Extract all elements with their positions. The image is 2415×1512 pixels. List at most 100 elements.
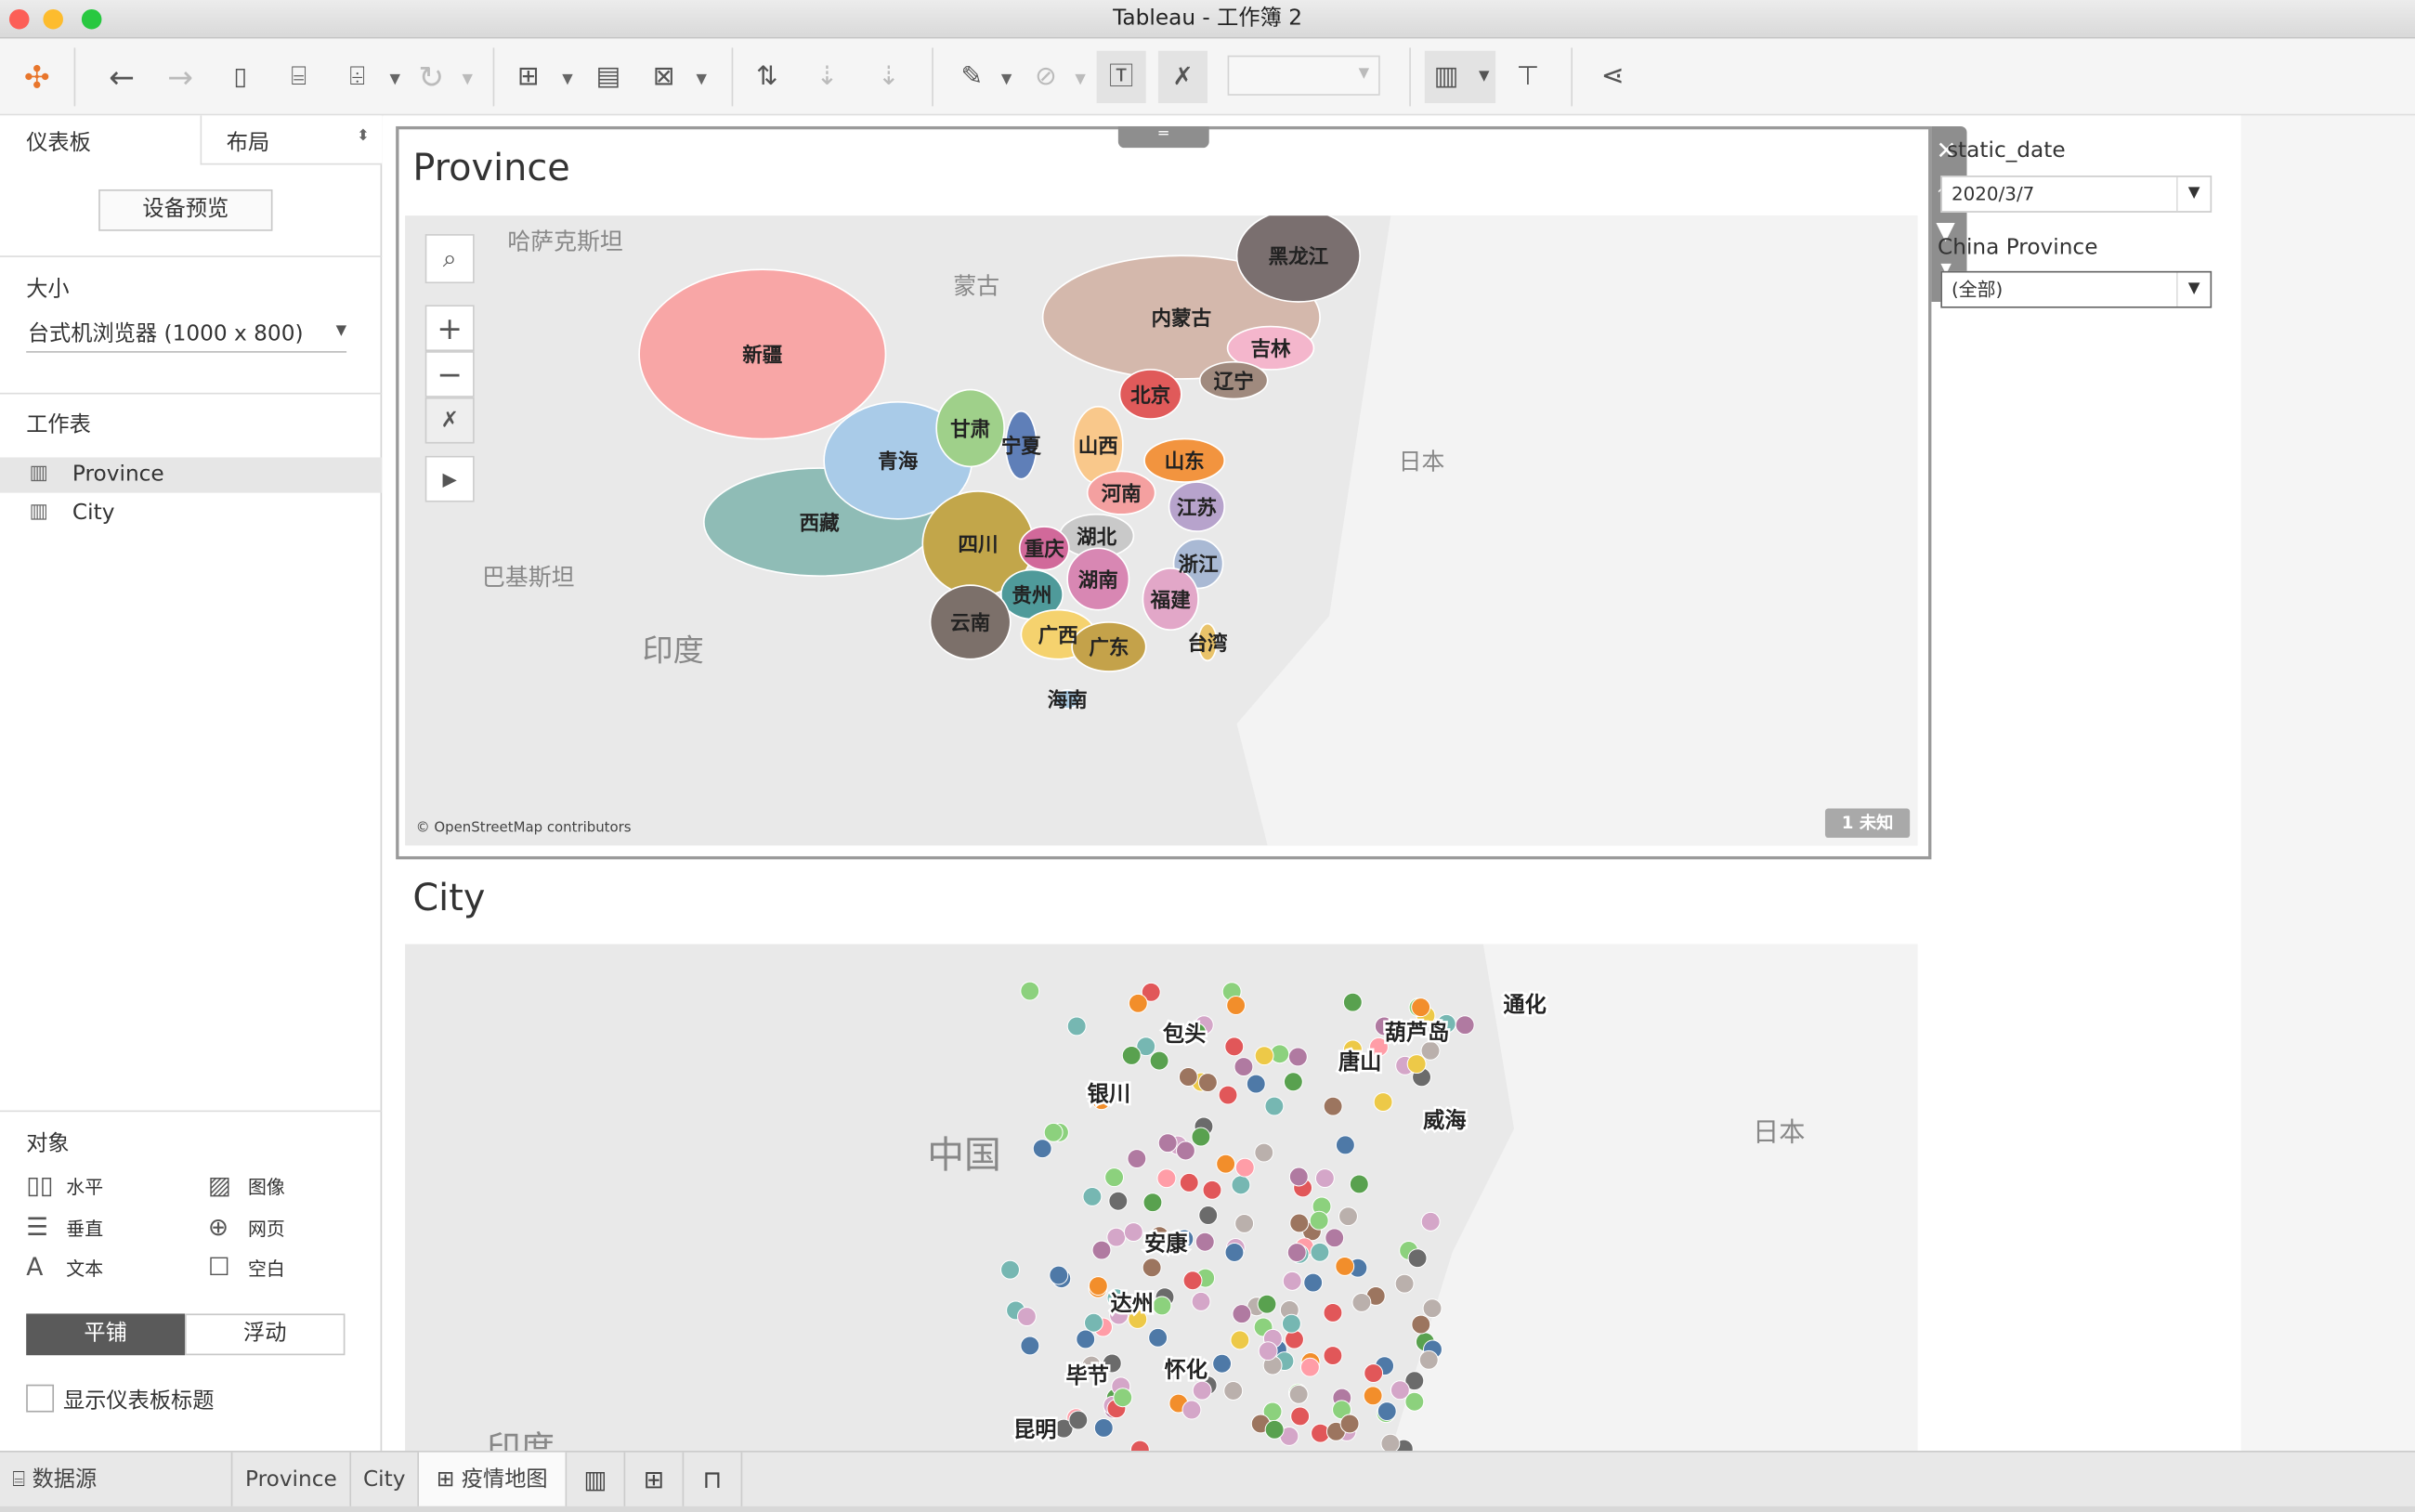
city-dot xyxy=(1234,1157,1255,1178)
static-date-filter[interactable]: 2020/3/7 ▼ xyxy=(1940,176,2213,213)
undo-icon[interactable]: ← xyxy=(98,51,145,103)
city-dot xyxy=(1016,1307,1037,1327)
refresh-icon[interactable]: ↻ xyxy=(408,51,454,103)
group-icon[interactable]: ⊘ xyxy=(1023,51,1069,103)
new-worksheet-icon[interactable]: ⊞ xyxy=(505,51,552,103)
minimize-window-button[interactable] xyxy=(43,8,63,30)
city-dot xyxy=(1455,1015,1475,1036)
city-map[interactable]: 中国 日本 印度 包头 葫芦岛 通化 唐山 银川 威海 安康 达州 毕节 怀化 昆明 xyxy=(405,944,1918,1452)
zoom-in-button[interactable]: + xyxy=(424,305,475,352)
city-dot xyxy=(1123,1222,1143,1243)
province-label: 吉林 xyxy=(1250,338,1291,361)
tableau-logo-icon[interactable]: ✣ xyxy=(14,51,60,103)
city-dot xyxy=(1127,1149,1147,1168)
sheet-item-province[interactable]: ▥ Province xyxy=(0,457,383,493)
city-dot xyxy=(1349,1174,1369,1194)
tab-data-source[interactable]: ⌸ 数据源 xyxy=(0,1452,233,1508)
dashboard-side-panel: 仪表板 布局 ⬍ 设备预览 大小 台式机浏览器 (1000 x 800) ▼ 工作表… xyxy=(0,115,383,1452)
horizontal-icon: ▯▯ xyxy=(26,1170,54,1200)
city-dot xyxy=(1335,1257,1355,1276)
new-dashboard-tab-icon[interactable]: ⊞ xyxy=(625,1452,685,1508)
city-dot xyxy=(1286,1243,1307,1262)
sort-ascending-icon[interactable]: ⇣ xyxy=(804,51,851,103)
province-label: 云南 xyxy=(950,612,990,635)
show-title-checkbox[interactable] xyxy=(26,1384,55,1413)
clear-sheet-icon[interactable]: ⊠ xyxy=(641,51,687,103)
city-dot xyxy=(1108,1191,1129,1211)
city-dot xyxy=(1289,1213,1310,1233)
tab-layout[interactable]: 布局 ⬍ xyxy=(200,115,383,165)
toolbar: ✣ ← → ▯ ⌸ ⌹ ▼ ↻ ▼ ⊞ ▼ ▤ ⊠ ▼ ⇅ ⇣ ⇣ ✎ ▼ ⊘ ▼ 🅃 ✗ … xyxy=(0,38,2415,116)
tiled-button[interactable]: 平铺 xyxy=(26,1313,185,1356)
province-map[interactable]: 哈萨克斯坦蒙古日本巴基斯坦印度中国新疆西藏青海甘肃宁夏内蒙古黑龙江吉林辽宁北京山… xyxy=(405,215,1918,846)
city-dot xyxy=(1084,1312,1103,1333)
fit-selector-dropdown[interactable]: ▼ xyxy=(1227,55,1380,96)
city-map-svg[interactable]: 中国 日本印度 包头 葫芦岛 通化唐山银川威海安康达州毕节 怀化昆明 xyxy=(405,944,1918,1452)
province-map-svg[interactable]: 哈萨克斯坦蒙古日本巴基斯坦印度中国新疆西藏青海甘肃宁夏内蒙古黑龙江吉林辽宁北京山… xyxy=(405,215,1918,846)
highlight-icon[interactable]: ✎ xyxy=(948,51,995,103)
country-label: 印度 xyxy=(487,1428,555,1451)
new-dashboard-icon[interactable]: ▤ xyxy=(585,51,632,103)
presentation-mode-icon[interactable]: ⊤ xyxy=(1505,51,1551,103)
maximize-window-button[interactable] xyxy=(81,8,102,30)
drag-handle[interactable]: ═ xyxy=(1117,125,1209,149)
fix-axes-icon[interactable]: ✗ xyxy=(1157,50,1208,104)
tab-sheet-province[interactable]: Province xyxy=(232,1452,352,1508)
city-dot xyxy=(1281,1313,1301,1334)
zoom-out-button[interactable]: − xyxy=(424,351,475,398)
province-label: 河南 xyxy=(1102,483,1142,506)
object-image[interactable]: ▨ 图像 xyxy=(208,1170,285,1200)
worksheet-icon: ▥ xyxy=(29,462,48,486)
tab-dashboard[interactable]: 仪表板 xyxy=(0,115,201,165)
city-dot xyxy=(1129,1440,1150,1452)
object-web[interactable]: ⊕ 网页 xyxy=(208,1212,285,1242)
city-dot xyxy=(1411,1314,1431,1335)
lasso-select-button[interactable]: ✗ xyxy=(424,397,475,444)
city-label: 唐山 xyxy=(1338,1049,1381,1075)
city-dot xyxy=(1390,1380,1410,1401)
city-dot xyxy=(1264,1096,1285,1116)
city-dot xyxy=(1231,1175,1251,1195)
province-label: 甘肃 xyxy=(950,417,990,441)
new-story-tab-icon[interactable]: ⊓ xyxy=(684,1452,743,1508)
city-dot xyxy=(1309,1210,1329,1231)
city-dot xyxy=(1282,1271,1302,1291)
object-vertical[interactable]: ☰ 垂直 xyxy=(26,1212,103,1242)
province-label: 福建 xyxy=(1150,589,1192,612)
map-search-button[interactable]: ⌕ xyxy=(424,234,475,284)
sheets-heading: 工作表 xyxy=(26,412,91,437)
object-blank[interactable]: ☐ 空白 xyxy=(208,1252,285,1282)
unknown-indicator[interactable]: 1 未知 xyxy=(1824,808,1911,839)
device-preview-button[interactable]: 设备预览 xyxy=(98,189,273,231)
object-text[interactable]: A 文本 xyxy=(26,1252,103,1282)
floating-button[interactable]: 浮动 xyxy=(184,1313,346,1356)
share-icon[interactable]: ⋖ xyxy=(1589,51,1636,103)
size-dropdown[interactable]: 台式机浏览器 (1000 x 800) ▼ xyxy=(26,316,347,353)
city-dot xyxy=(1288,1384,1309,1404)
city-dot xyxy=(1342,992,1363,1012)
show-me-icon[interactable]: ▥ ▼ xyxy=(1424,50,1496,104)
city-dot xyxy=(1121,1045,1142,1065)
close-window-button[interactable] xyxy=(8,8,30,30)
tab-dashboard-active[interactable]: ⊞ 疫情地图 xyxy=(419,1452,568,1508)
save-icon[interactable]: ▯ xyxy=(217,51,264,103)
sheet-item-city[interactable]: ▥ City xyxy=(0,496,382,531)
new-data-source-icon[interactable]: ⌸ xyxy=(276,51,322,103)
object-horizontal[interactable]: ▯▯ 水平 xyxy=(26,1170,103,1200)
china-province-filter[interactable]: (全部) ▼ xyxy=(1940,270,2213,308)
expand-toolbar-button[interactable]: ▶ xyxy=(424,455,475,502)
province-label: 湖南 xyxy=(1078,569,1118,593)
city-dot xyxy=(1351,1292,1372,1312)
city-dot xyxy=(1411,997,1431,1018)
redo-icon[interactable]: → xyxy=(157,51,203,103)
tab-sheet-city[interactable]: City xyxy=(351,1452,420,1508)
province-label: 广西 xyxy=(1038,623,1078,647)
swap-icon[interactable]: ⇅ xyxy=(744,51,790,103)
show-mark-labels-icon[interactable]: 🅃 xyxy=(1096,50,1146,104)
pause-updates-icon[interactable]: ⌹ xyxy=(334,51,381,103)
province-label: 青海 xyxy=(878,450,919,474)
city-dot xyxy=(1314,1168,1335,1188)
city-title: City xyxy=(412,876,486,919)
new-worksheet-tab-icon[interactable]: ▥ xyxy=(567,1452,626,1508)
sort-descending-icon[interactable]: ⇣ xyxy=(866,51,912,103)
